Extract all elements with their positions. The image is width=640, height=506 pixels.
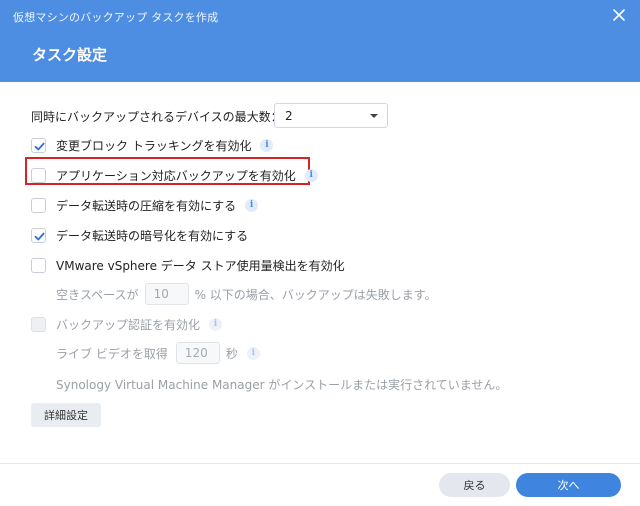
vmm-notice-row: Synology Virtual Machine Manager がインストール…: [56, 376, 507, 393]
compression-row: データ転送時の圧縮を有効にする i: [31, 197, 259, 214]
cbt-checkbox[interactable]: [31, 138, 46, 153]
cbt-row: 変更ブロック トラッキングを有効化 i: [31, 137, 274, 154]
check-icon: [34, 142, 45, 151]
live-video-input[interactable]: 120: [175, 342, 220, 364]
cbt-label: 変更ブロック トラッキングを有効化: [56, 139, 252, 153]
free-space-row: 空きスペースが 10 % 以下の場合、バックアップは失敗します。: [56, 283, 437, 305]
window-title: 仮想マシンのバックアップ タスクを作成: [13, 11, 219, 24]
info-icon[interactable]: i: [209, 318, 223, 331]
vmm-notice: Synology Virtual Machine Manager がインストール…: [56, 378, 508, 392]
verify-row: バックアップ認証を有効化 i: [31, 316, 223, 333]
verify-label: バックアップ認証を有効化: [56, 318, 201, 332]
max-devices-select[interactable]: 2: [274, 103, 388, 128]
app-aware-row: アプリケーション対応バックアップを有効化 i: [31, 167, 318, 184]
close-icon: [613, 9, 625, 21]
live-video-suffix: 秒: [225, 346, 238, 361]
advanced-settings-button[interactable]: 詳細設定: [31, 403, 101, 427]
live-video-row: ライブ ビデオを取得 120 秒 i: [56, 342, 260, 364]
free-space-input[interactable]: 10: [144, 283, 189, 305]
encryption-row: データ転送時の暗号化を有効にする: [31, 227, 248, 244]
max-devices-value: 2: [285, 109, 293, 123]
dialog-header: 仮想マシンのバックアップ タスクを作成 タスク設定: [0, 0, 640, 82]
vmware-usage-label: VMware vSphere データ ストア使用量検出を有効化: [56, 259, 345, 273]
close-button[interactable]: [610, 6, 628, 24]
app-aware-label: アプリケーション対応バックアップを有効化: [56, 169, 296, 183]
live-video-prefix: ライブ ビデオを取得: [56, 346, 168, 361]
info-icon[interactable]: i: [245, 199, 259, 212]
check-icon: [34, 232, 45, 241]
compression-label: データ転送時の圧縮を有効にする: [56, 199, 237, 213]
max-devices-label: 同時にバックアップされるデバイスの最大数：: [31, 110, 283, 124]
info-icon[interactable]: i: [304, 169, 318, 182]
free-space-prefix: 空きスペースが: [56, 287, 139, 302]
vmware-usage-checkbox[interactable]: [31, 258, 46, 273]
app-aware-checkbox[interactable]: [31, 168, 46, 183]
compression-checkbox[interactable]: [31, 198, 46, 213]
info-icon[interactable]: i: [246, 346, 260, 360]
chevron-down-icon: [370, 114, 378, 118]
section-title: タスク設定: [32, 46, 108, 64]
max-devices-row: 同時にバックアップされるデバイスの最大数：: [31, 108, 283, 125]
footer-divider: [0, 463, 640, 464]
info-icon[interactable]: i: [260, 139, 274, 152]
back-button[interactable]: 戻る: [439, 473, 510, 497]
encryption-checkbox[interactable]: [31, 228, 46, 243]
verify-checkbox[interactable]: [31, 317, 46, 332]
encryption-label: データ転送時の暗号化を有効にする: [56, 229, 249, 243]
free-space-suffix: % 以下の場合、バックアップは失敗します。: [194, 287, 437, 302]
next-button[interactable]: 次へ: [516, 473, 621, 497]
vmware-usage-row: VMware vSphere データ ストア使用量検出を有効化: [31, 257, 345, 274]
